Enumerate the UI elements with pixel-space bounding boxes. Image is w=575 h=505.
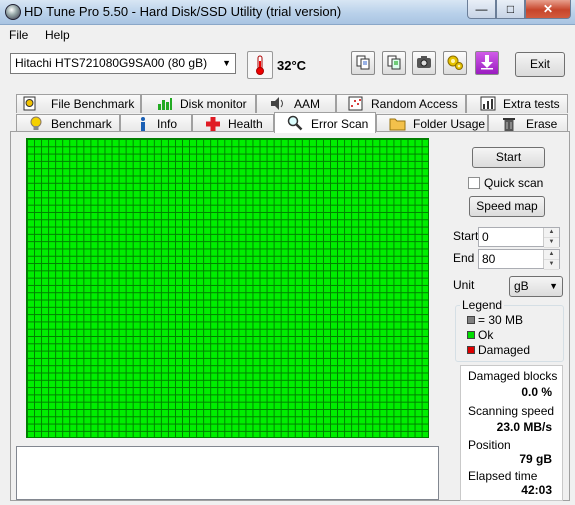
window-controls: — □ ✕	[467, 0, 571, 19]
tab-label: Erase	[526, 117, 558, 131]
end-position-input[interactable]: 80 ▲ ▼	[478, 249, 560, 270]
quick-scan-label: Quick scan	[484, 176, 544, 190]
lightbulb-icon	[30, 116, 44, 131]
scan-block-grid	[26, 138, 429, 438]
tab-random-access[interactable]: Random Access	[336, 94, 466, 113]
tab-error-scan[interactable]: Error Scan	[274, 112, 376, 133]
maximize-button[interactable]: □	[496, 0, 525, 19]
legend-damaged-label: Damaged	[478, 343, 531, 357]
tab-label: Info	[157, 117, 178, 131]
app-disk-icon	[5, 4, 21, 20]
legend-ok-swatch	[467, 331, 475, 339]
start-spinner[interactable]: ▲ ▼	[543, 228, 559, 248]
end-position-value: 80	[482, 252, 496, 266]
tab-label: Error Scan	[311, 117, 369, 131]
menu-bar: File Help	[0, 25, 575, 44]
position-value: 79 gB	[519, 452, 552, 466]
screenshot-button[interactable]	[412, 51, 436, 75]
save-button[interactable]	[475, 51, 499, 75]
elapsed-time-label: Elapsed time	[468, 469, 538, 483]
toolbar: Hitachi HTS721080G9SA00 (80 gB) ▼ 32°C E…	[0, 46, 575, 86]
scan-log-box[interactable]	[16, 446, 439, 500]
end-label: End	[453, 251, 475, 265]
start-scan-button[interactable]: Start	[472, 147, 545, 168]
scanning-speed-value: 23.0 MB/s	[496, 420, 552, 434]
file-benchmark-icon	[23, 96, 37, 111]
legend-block-swatch	[467, 316, 475, 324]
tab-label: Benchmark	[51, 117, 112, 131]
tab-label: Extra tests	[503, 97, 560, 111]
menu-file[interactable]: File	[9, 28, 28, 42]
legend-block-size: = 30 MB	[478, 313, 524, 327]
copy-icon	[355, 54, 371, 73]
scan-stats-box: Damaged blocks 0.0 % Scanning speed 23.0…	[460, 365, 563, 501]
temperature-readout: 32°C	[277, 58, 307, 73]
camera-icon	[416, 55, 432, 72]
download-arrow-icon	[480, 54, 494, 73]
spin-up-icon[interactable]: ▲	[544, 228, 559, 238]
tab-aam[interactable]: AAM	[256, 94, 336, 113]
chevron-down-icon: ▼	[222, 58, 231, 68]
tab-label: Health	[228, 117, 263, 131]
red-cross-icon	[205, 116, 220, 131]
thermometer-icon	[247, 51, 273, 79]
start-position-input[interactable]: 0 ▲ ▼	[478, 227, 560, 248]
end-spinner[interactable]: ▲ ▼	[543, 250, 559, 270]
unit-select[interactable]: gB ▼	[509, 276, 563, 297]
drive-select[interactable]: Hitachi HTS721080G9SA00 (80 gB) ▼	[10, 53, 236, 74]
speed-map-button[interactable]: Speed map	[469, 196, 545, 217]
tab-disk-monitor[interactable]: Disk monitor	[141, 94, 256, 113]
folder-icon	[389, 116, 406, 131]
damaged-blocks-value: 0.0 %	[521, 385, 552, 399]
exit-button[interactable]: Exit	[515, 52, 565, 77]
tab-label: Random Access	[371, 97, 458, 111]
random-access-icon	[348, 96, 363, 111]
close-button[interactable]: ✕	[525, 0, 571, 19]
trash-icon	[502, 116, 516, 131]
tab-extra-tests[interactable]: Extra tests	[466, 94, 568, 113]
menu-help[interactable]: Help	[45, 28, 70, 42]
info-icon	[138, 116, 152, 131]
start-label: Start	[453, 229, 479, 243]
tab-label: Folder Usage	[413, 117, 486, 131]
legend-damaged-swatch	[467, 346, 475, 354]
scanning-speed-label: Scanning speed	[468, 404, 555, 418]
spin-down-icon[interactable]: ▼	[544, 260, 559, 270]
damaged-blocks-label: Damaged blocks	[468, 369, 558, 383]
chevron-down-icon: ▼	[549, 281, 558, 291]
legend-ok-label: Ok	[478, 328, 494, 342]
gears-icon	[446, 53, 464, 74]
tab-label: File Benchmark	[51, 97, 135, 111]
copy-info-button[interactable]	[351, 51, 375, 75]
magnifier-icon	[287, 115, 303, 131]
tab-label: Disk monitor	[180, 97, 247, 111]
unit-label: Unit	[453, 278, 475, 292]
drive-select-value: Hitachi HTS721080G9SA00 (80 gB)	[15, 56, 208, 70]
spin-down-icon[interactable]: ▼	[544, 238, 559, 248]
minimize-button[interactable]: —	[467, 0, 496, 19]
legend-title: Legend	[460, 298, 505, 312]
extra-tests-icon	[480, 96, 496, 111]
copy-green-icon	[386, 54, 402, 73]
options-button[interactable]	[443, 51, 467, 75]
window-title: HD Tune Pro 5.50 - Hard Disk/SSD Utility…	[24, 4, 342, 19]
speaker-icon	[270, 96, 284, 111]
position-label: Position	[468, 438, 511, 452]
unit-select-value: gB	[514, 279, 529, 293]
save-report-button[interactable]	[382, 51, 406, 75]
tab-file-benchmark[interactable]: File Benchmark	[16, 94, 141, 113]
title-bar: HD Tune Pro 5.50 - Hard Disk/SSD Utility…	[0, 0, 575, 25]
disk-monitor-icon	[157, 96, 172, 111]
quick-scan-checkbox[interactable]	[468, 177, 480, 189]
tab-label: AAM	[294, 97, 321, 111]
start-position-value: 0	[482, 230, 489, 244]
elapsed-time-value: 42:03	[521, 483, 552, 497]
spin-up-icon[interactable]: ▲	[544, 250, 559, 260]
